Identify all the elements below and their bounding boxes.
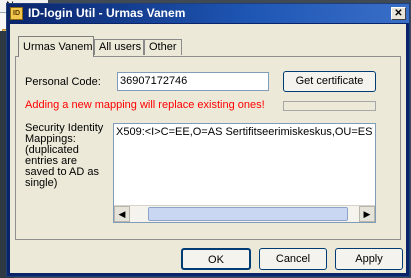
scroll-thumb[interactable] (148, 207, 348, 221)
mappings-textarea[interactable]: X509:<I>C=EE,O=AS Sertifitseerimiskeskus… (113, 123, 376, 223)
personal-code-input[interactable]: 36907172746 (117, 72, 269, 91)
tab-urmas-vanem[interactable]: Urmas Vanem (18, 36, 94, 57)
cancel-button[interactable]: Cancel (259, 248, 327, 270)
get-certificate-button[interactable]: Get certificate (283, 71, 376, 92)
title-bar[interactable]: ID ID-login Util - Urmas Vanem ✕ (7, 4, 409, 23)
dialog-client-area: Urmas Vanem All users Other Personal Cod… (10, 24, 406, 273)
scroll-right-icon[interactable]: ▶ (359, 206, 375, 222)
scroll-track[interactable] (130, 206, 359, 222)
progress-bar (283, 101, 376, 111)
dialog-window: ID ID-login Util - Urmas Vanem ✕ Urmas V… (6, 3, 410, 277)
tab-all-users[interactable]: All users (94, 39, 144, 55)
horizontal-scrollbar[interactable]: ◀ ▶ (114, 205, 375, 222)
personal-code-label: Personal Code: (25, 76, 101, 88)
app-icon: ID (10, 7, 23, 20)
mappings-note: (duplicated entries are saved to AD as s… (25, 144, 99, 189)
mappings-label: Security Identity Mappings: (duplicated … (25, 123, 107, 189)
tab-panel: Personal Code: 36907172746 Get certifica… (15, 56, 401, 240)
apply-button[interactable]: Apply (335, 248, 403, 270)
warning-message: Adding a new mapping will replace existi… (25, 99, 265, 111)
window-title: ID-login Util - Urmas Vanem (28, 6, 186, 20)
mappings-label-text: Security Identity Mappings: (25, 122, 104, 145)
mappings-text: X509:<I>C=EE,O=AS Sertifitseerimiskeskus… (116, 126, 373, 138)
scroll-left-icon[interactable]: ◀ (114, 206, 130, 222)
tab-other[interactable]: Other (144, 39, 182, 55)
ok-button[interactable]: OK (181, 248, 251, 270)
close-button[interactable]: ✕ (391, 7, 406, 20)
